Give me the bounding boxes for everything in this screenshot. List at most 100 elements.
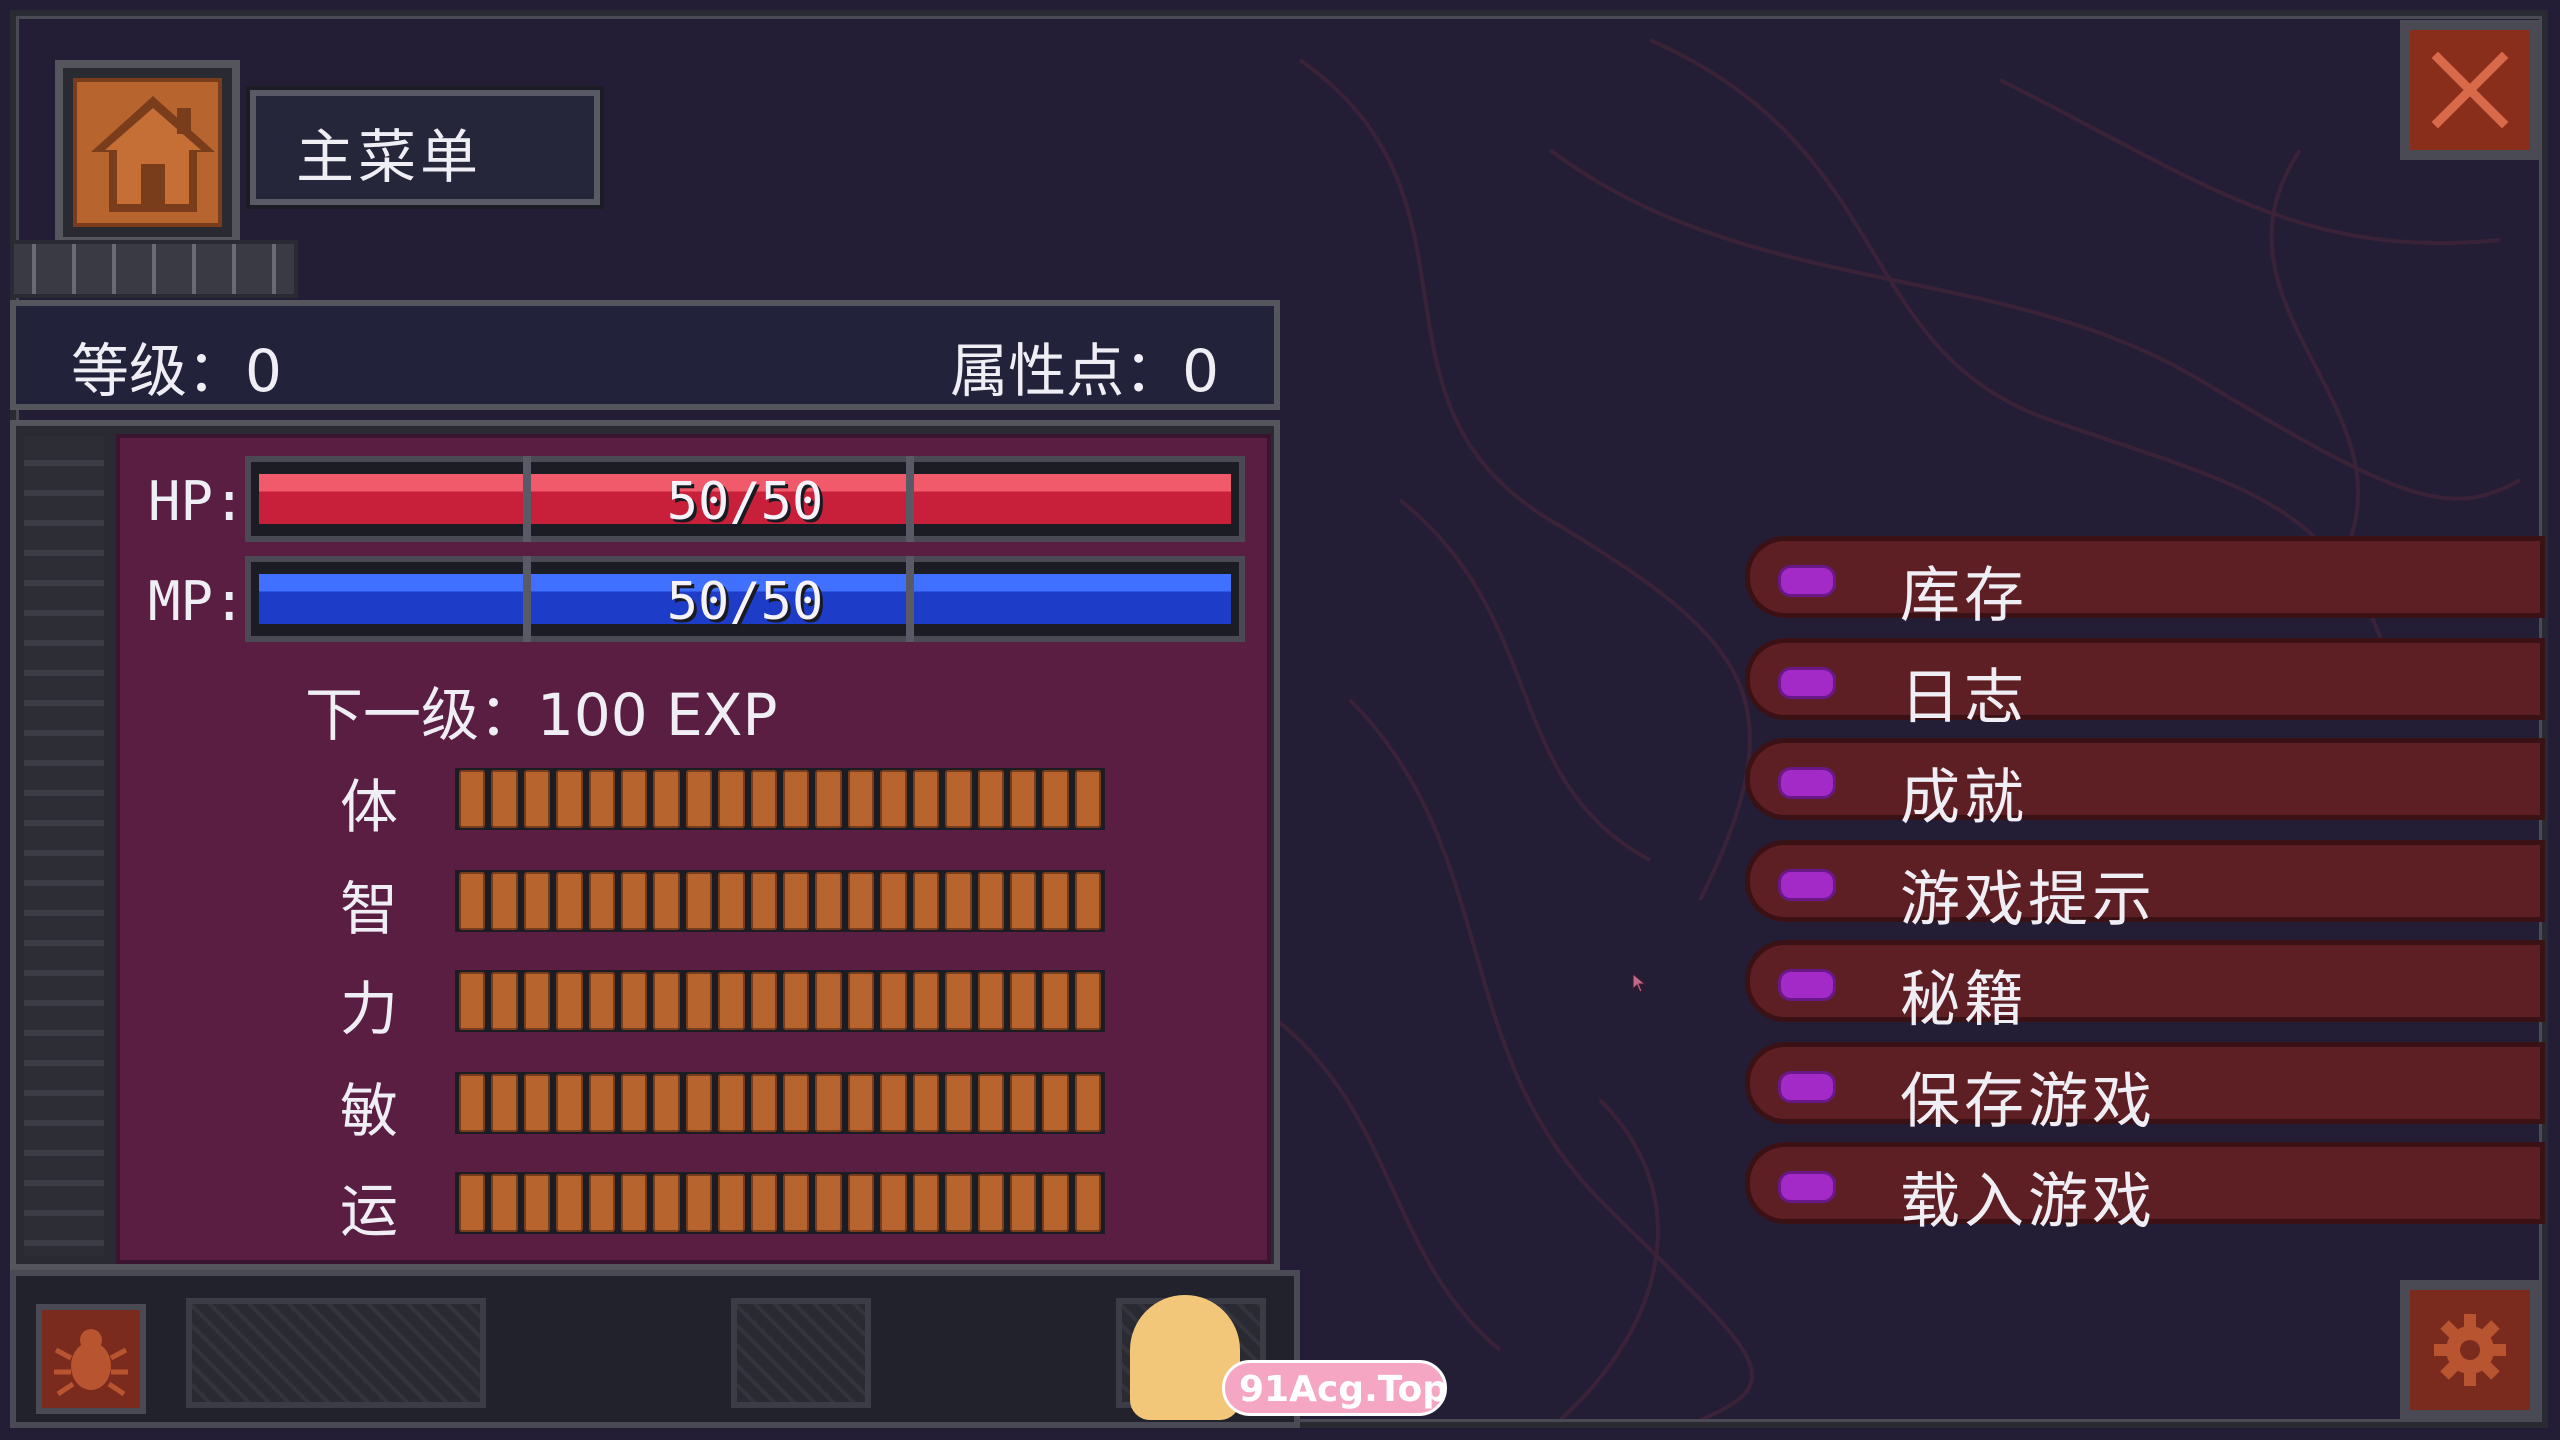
stat-pip [1042,1174,1069,1232]
stat-pip [847,1174,875,1232]
bug-icon [54,1329,128,1397]
stat-pip [718,770,745,828]
decorative-pillar [24,436,104,1256]
stat-pip [977,1174,1004,1232]
stat-pip [621,770,648,828]
stat-pip [977,872,1004,930]
stat-pip [491,770,518,828]
stat-pip [685,1174,713,1232]
stat-pip [880,1074,907,1132]
stat-pip [523,770,551,828]
cursor-icon [1632,973,1646,993]
stat-pip [1009,1174,1037,1232]
stat-pip [718,872,745,930]
hp-value: 50/50 [666,472,824,532]
stat-pip [685,972,713,1030]
stat-pip [815,872,842,930]
stat-pip [912,770,940,828]
stat-pip [1074,1174,1102,1232]
stat-pip [653,770,680,828]
stat-pip [1042,872,1069,930]
stat-pip [815,1174,842,1232]
stat-pip [718,1074,745,1132]
stat-pip [945,972,972,1030]
hp-bar: 50/50 [245,456,1245,542]
stat-pip [491,1174,518,1232]
stat-pip [556,770,583,828]
stat-pip [1009,1074,1037,1132]
stat-pip [815,1074,842,1132]
stat-pip [621,1174,648,1232]
stat-pip [1074,1074,1102,1132]
stat-pip [1042,1074,1069,1132]
stat-pip [588,1074,616,1132]
stat-pip [815,972,842,1030]
stat-pip [847,1074,875,1132]
stat-pip [977,1074,1004,1132]
bug-button[interactable] [36,1304,146,1414]
mp-bar: 50/50 [245,556,1245,642]
stat-pip [1009,872,1037,930]
menu-item-save[interactable]: 保存游戏 [1745,1042,2545,1137]
stat-row-str: 力 [120,962,1220,1043]
watermark-mascot [1130,1295,1240,1420]
stat-pip [750,1074,778,1132]
stat-pip [523,972,551,1030]
menu-item-label: 载入游戏 [1900,1167,2156,1237]
stat-pip [1074,872,1102,930]
stat-pip [459,872,486,930]
home-button[interactable] [55,60,240,245]
stat-pip [945,1074,972,1132]
stat-pip [783,770,810,828]
stat-name: 力 [340,975,399,1043]
stat-pip [685,872,713,930]
level-label: 等级：0 [71,337,282,405]
menu-bullet-icon [1778,1071,1836,1103]
menu-item-label: 成就 [1900,763,2028,833]
menu-bullet-icon [1778,667,1836,699]
stat-row-con: 体 [120,760,1220,841]
watermark-badge: 91Acg.Top [1222,1360,1448,1416]
menu-item-inventory[interactable]: 库存 [1745,536,2545,631]
stat-pip [491,872,518,930]
stat-name: 敏 [340,1077,399,1145]
stat-pips [455,870,1105,932]
menu-bullet-icon [1778,969,1836,1001]
hp-label: HP: [148,470,246,533]
attribute-points-label: 属性点：0 [950,337,1219,405]
menu-item-tips[interactable]: 游戏提示 [1745,840,2545,935]
stat-pip [556,972,583,1030]
stat-pip [847,872,875,930]
close-button[interactable] [2400,20,2540,160]
menu-item-label: 游戏提示 [1900,865,2156,935]
stat-pip [1009,972,1037,1030]
stat-pips [455,1072,1105,1134]
stat-name: 智 [340,875,399,943]
stat-pip [1042,770,1069,828]
menu-item-journal[interactable]: 日志 [1745,638,2545,733]
menu-item-label: 秘籍 [1900,965,2028,1035]
stat-pip [750,770,778,828]
stats-panel-inner: HP: 50/50 MP: 50/50 下一级：100 EXP 体 智 力 敏 … [116,434,1271,1264]
stat-pip [491,972,518,1030]
menu-item-cheats[interactable]: 秘籍 [1745,940,2545,1035]
stat-pip [491,1074,518,1132]
stat-pip [459,770,486,828]
stat-row-luck: 运 [120,1164,1220,1245]
bottom-toolbar [10,1270,1300,1428]
stat-pip [685,770,713,828]
home-icon [91,96,215,212]
stat-pip [459,972,486,1030]
stat-pips [455,1172,1105,1234]
stat-pip [880,872,907,930]
menu-item-achievements[interactable]: 成就 [1745,738,2545,833]
stat-row-agi: 敏 [120,1064,1220,1145]
stat-pip [912,1074,940,1132]
menu-bullet-icon [1778,767,1836,799]
menu-bullet-icon [1778,565,1836,597]
stat-pips [455,970,1105,1032]
menu-item-load[interactable]: 载入游戏 [1745,1142,2545,1237]
stat-pip [750,972,778,1030]
settings-button[interactable] [2400,1280,2540,1420]
next-level-exp: 下一级：100 EXP [305,681,778,749]
